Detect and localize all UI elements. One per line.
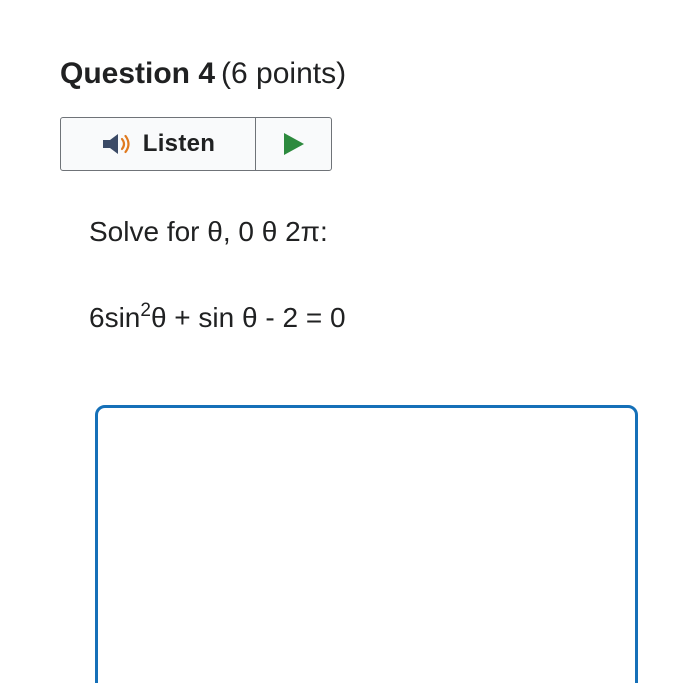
play-button[interactable] (256, 118, 331, 170)
listen-widget: Listen (60, 117, 332, 171)
equation-rest: θ + sin θ - 2 = 0 (150, 302, 346, 333)
answer-input[interactable] (95, 405, 638, 683)
speaker-icon (101, 131, 135, 157)
listen-label: Listen (142, 130, 216, 157)
question-title: Question 4 (6 points) (60, 56, 346, 92)
question-prompt: Solve for θ, 0 θ 2π: (89, 216, 328, 247)
question-label: Question 4 (60, 57, 216, 90)
listen-button[interactable]: Listen (61, 118, 256, 170)
equation-exponent: 2 (140, 300, 151, 321)
question-points: (6 points) (221, 57, 347, 90)
play-icon (283, 133, 304, 155)
equation: 6sin2θ + sin θ - 2 = 0 (89, 298, 346, 338)
equation-coefficient: 6sin (89, 302, 141, 333)
question-page: Question 4 (6 points) Listen Solve for θ,… (0, 0, 700, 683)
